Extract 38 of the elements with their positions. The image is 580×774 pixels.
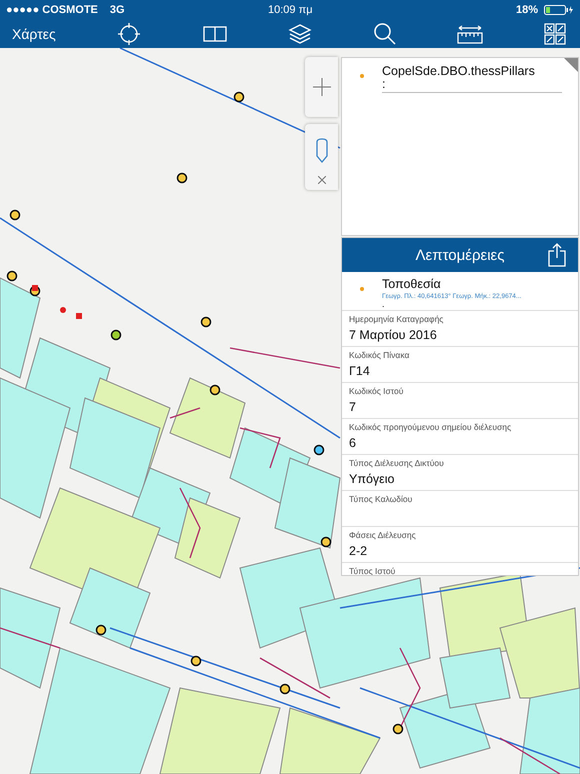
layer-name: CopelSde.DBO.thessPillars: [382, 64, 536, 78]
field-label: Κωδικός προηγούμενου σημείου διέλευσης: [349, 422, 512, 432]
location-extra: .: [382, 300, 385, 308]
field-label: Κωδικός Ιστού: [349, 386, 404, 396]
status-time: 10:09 πμ: [267, 4, 314, 16]
field-value: 7: [349, 400, 357, 414]
field-label: Κωδικός Πίνακα: [349, 350, 410, 360]
field-label: Τύπος Διέλευσης Δικτύου: [349, 458, 445, 468]
field-label: Φάσεις Διέλευσης: [349, 530, 417, 540]
field-value: Γ14: [349, 364, 371, 378]
field-value: 6: [349, 436, 357, 450]
grid-tools-icon[interactable]: [544, 23, 566, 45]
network-type: 3G: [110, 4, 125, 16]
battery-icon: [544, 5, 574, 15]
carrier-name: ●●●●● COSMOTE: [6, 4, 98, 16]
field-value: 2-2: [349, 544, 368, 558]
corner-fold-icon: [564, 58, 578, 72]
map-drawing[interactable]: [0, 48, 580, 774]
field-value: 7 Μαρτίου 2016: [349, 328, 438, 342]
share-icon[interactable]: [548, 243, 566, 267]
point-dot-icon: [360, 74, 364, 78]
close-icon[interactable]: [318, 176, 326, 184]
field-label: Ημερομηνία Καταγραφής: [349, 314, 444, 324]
zoom-in-icon[interactable]: [312, 78, 330, 96]
crosshair-icon[interactable]: [116, 21, 142, 47]
book-icon[interactable]: [203, 25, 228, 43]
search-icon[interactable]: [372, 22, 397, 46]
pin-icon[interactable]: [314, 138, 328, 164]
layers-icon[interactable]: [288, 22, 312, 46]
field-value: Υπόγειο: [349, 472, 396, 486]
details-title: Λεπτομέρειες: [416, 246, 504, 264]
layer-subtitle: :: [382, 78, 562, 93]
maps-back-button[interactable]: Χάρτες: [12, 26, 56, 42]
location-label: Τοποθεσία: [382, 277, 442, 291]
point-dot-icon: [360, 287, 364, 291]
field-label: Τύπος Καλωδίου: [349, 494, 414, 504]
ruler-icon[interactable]: [457, 23, 484, 45]
battery-percent: 18%: [516, 4, 538, 16]
